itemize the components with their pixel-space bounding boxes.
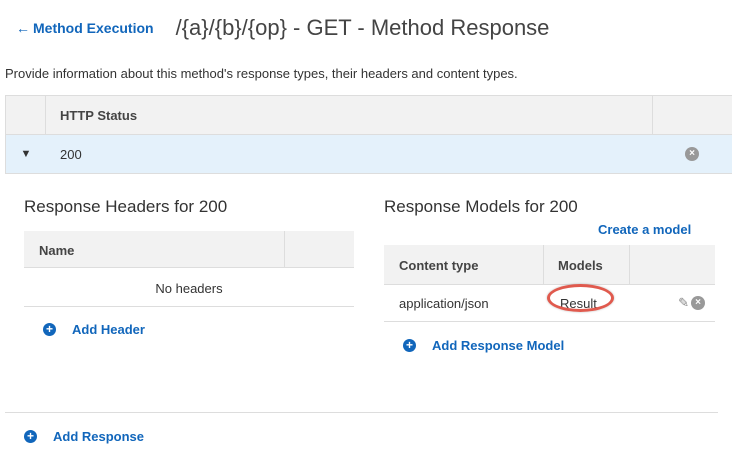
arrow-left-icon: ← — [16, 20, 30, 36]
http-status-column-header: HTTP Status — [60, 108, 138, 123]
models-column-header: Models — [544, 245, 630, 284]
plus-circle-icon: + — [43, 323, 56, 336]
name-column-header: Name — [24, 231, 285, 267]
table-row: application/json Result ✎ × — [384, 283, 715, 322]
content-type-value: application/json — [399, 295, 489, 311]
page-title: /{a}/{b}/{op} - GET - Method Response — [175, 15, 550, 40]
back-to-method-execution-link[interactable]: ← Method Execution — [16, 20, 154, 36]
plus-circle-icon: + — [403, 339, 416, 352]
circle-x-icon[interactable]: × — [685, 147, 699, 161]
pencil-icon[interactable]: ✎ — [678, 295, 689, 311]
highlight-annotation — [547, 283, 614, 312]
add-response-button[interactable]: + Add Response — [24, 429, 144, 444]
content-type-column-header: Content type — [384, 245, 544, 284]
divider — [5, 412, 718, 413]
response-models-title: Response Models for 200 — [384, 197, 578, 216]
create-model-link[interactable]: Create a model — [598, 222, 691, 237]
status-row-200[interactable]: ▼ 200 × — [6, 135, 732, 173]
plus-circle-icon: + — [24, 430, 37, 443]
page-header: ← Method Execution /{a}/{b}/{op} - GET -… — [16, 12, 549, 44]
add-response-model-button[interactable]: + Add Response Model — [403, 338, 564, 353]
no-headers-text: No headers — [24, 268, 354, 307]
response-models-table: Content type Models application/json Res… — [384, 245, 715, 322]
back-link-label: Method Execution — [33, 20, 154, 36]
model-cell: Result — [544, 283, 630, 312]
response-headers-table: Name No headers — [24, 231, 354, 307]
triangle-down-icon[interactable]: ▼ — [6, 148, 46, 160]
add-header-button[interactable]: + Add Header — [43, 322, 145, 337]
response-headers-title: Response Headers for 200 — [24, 197, 228, 216]
http-status-table: HTTP Status ▼ 200 × — [5, 95, 732, 174]
http-status-table-header: HTTP Status — [6, 96, 732, 135]
page-description: Provide information about this method's … — [5, 66, 518, 81]
status-code: 200 — [60, 146, 82, 162]
circle-x-icon[interactable]: × — [691, 296, 705, 310]
